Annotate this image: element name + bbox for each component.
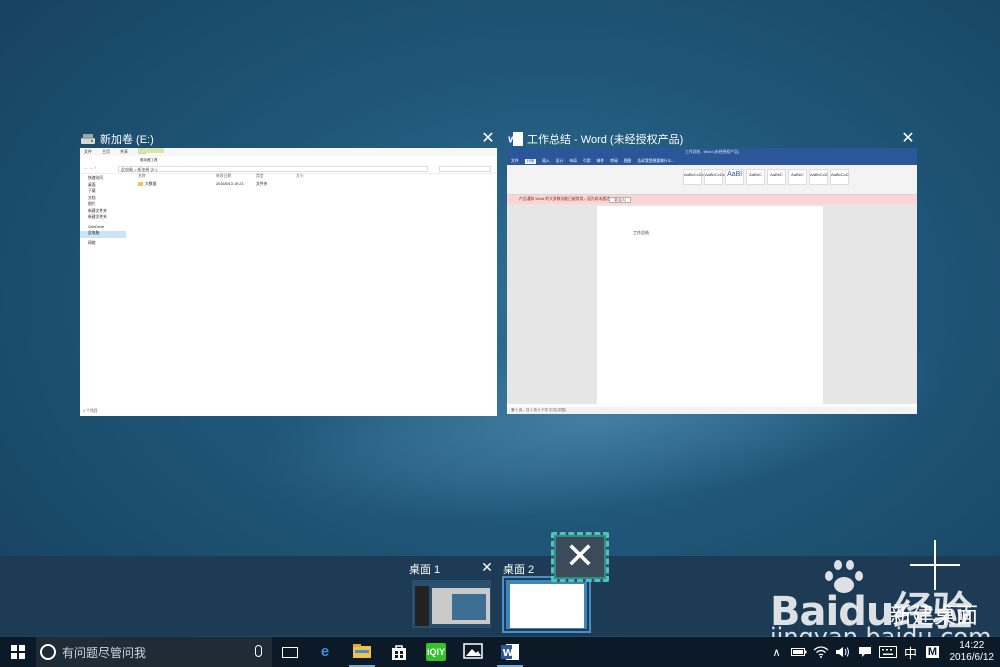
search-placeholder: 有问题尽管问我 [62,645,147,660]
clock[interactable]: 14:22 2016/6/12 [944,637,1000,667]
windows-logo-icon [11,645,25,659]
desktop-2-preview [506,580,587,629]
drive-icon [80,132,96,146]
explorer-preview: 文件 主页 共享 查看 驱动器工具 ← → ↑ 此电脑 > 新加卷 (E:) 快… [80,148,497,416]
new-desktop-label: 新建桌面 [890,603,979,628]
start-button[interactable] [0,637,36,667]
task-view-background: 新加卷 (E:) ✕ 文件 主页 共享 查看 驱动器工具 ← → ↑ 此电脑 >… [0,0,1000,558]
ime-m-label: M [925,646,940,658]
store-icon [389,643,409,661]
desktop-1-label: 桌面 1 [409,564,441,576]
column-headers: 名称 修改日期 类型 大小 [138,174,304,178]
battery-icon[interactable] [788,637,810,667]
desktop-1-preview [412,580,491,628]
desktop-1-window [452,594,486,620]
explorer-tab: 共享 [120,149,128,154]
ime-mode-indicator[interactable]: 中 [900,637,922,667]
word-status-bar: 第 1 页，共 1 页 0 个字 中文(中国) [507,407,917,414]
word-preview: 工作总结 - Word (未经授权产品) 文件 开始 插入 设计 布局 引用 邮… [507,148,917,414]
clock-time: 14:22 [959,640,985,651]
touch-keyboard-icon[interactable] [876,637,900,667]
word-title-bar: 工作总结 - Word (未经授权产品) [507,148,917,157]
volume-icon[interactable] [832,637,854,667]
task-view-button[interactable] [272,637,308,667]
desktop-1-thumbnail[interactable] [408,576,495,632]
taskbar-app-photos[interactable] [456,637,490,667]
document-page: 工作总结 [597,206,823,404]
window-thumbnail-header: 新加卷 (E:) [80,130,497,148]
file-row: 大数据 2016/6/13 19:23 文件夹 [132,182,497,188]
window-title: 工作总结 - Word (未经授权产品) [527,134,684,146]
nav-item: 新建文件夹 [88,215,107,219]
system-tray: ∧ 中 M 14:22 2016/6/12 [766,637,1000,667]
window-thumbnail-word[interactable]: W 工作总结 - Word (未经授权产品) ✕ 工作总结 - Word (未经… [507,130,917,414]
address-box: 此电脑 > 新加卷 (E:) [118,166,428,172]
iqiyi-icon: iQIY [426,643,446,661]
taskbar-app-iqiyi[interactable]: iQIY [419,637,453,667]
desktop-1-window [415,586,429,626]
address-bar: ← → ↑ 此电脑 > 新加卷 (E:) [80,165,497,174]
window-thumbnail-header: W 工作总结 - Word (未经授权产品) [507,130,917,148]
word-icon: W [507,132,523,146]
explorer-tab: 文件 [84,149,92,154]
new-desktop-button[interactable]: 新建桌面 [880,540,992,630]
close-desktop-1-button[interactable]: ✕ [480,560,494,574]
taskbar-app-word[interactable]: W [493,637,527,667]
action-center-icon[interactable] [854,637,876,667]
desktop-2-window [510,584,584,628]
explorer-tab: 主页 [102,149,110,154]
activate-button: 激活(A) [609,196,631,203]
window-thumbnail-explorer[interactable]: 新加卷 (E:) ✕ 文件 主页 共享 查看 驱动器工具 ← → ↑ 此电脑 >… [80,130,497,416]
close-window-button[interactable]: ✕ [479,130,497,148]
virtual-desktops-bar: 桌面 1 ✕ 桌面 2 [0,556,1000,636]
ime-m-icon[interactable]: M [922,637,944,667]
search-box [439,166,491,172]
word-ribbon-tabs: 文件 开始 插入 设计 布局 引用 邮件 审阅 视图 告诉我您想要做什么... [507,157,917,165]
nav-item: 网络 [88,240,96,245]
task-view-icon [282,646,298,658]
word-icon: W [500,643,520,661]
taskbar: 有问题尽管问我 e iQIY W ∧ 中 M 14:22 2016/6/12 [0,637,1000,667]
nav-item: 此电脑 [80,231,126,238]
document-canvas: 工作总结 [507,204,917,404]
taskbar-app-file-explorer[interactable] [345,637,379,667]
taskbar-app-store[interactable] [382,637,416,667]
word-ribbon: AaBbCcDc AaBbCcDc AaBl AaBbC AaBbC AaBbC… [507,165,917,195]
microphone-icon[interactable] [255,645,262,657]
taskbar-app-edge[interactable]: e [308,637,342,667]
desktop-2-label: 桌面 2 [503,564,535,576]
navigation-pane: 快速访问 桌面 下载 文档 图片 新建文件夹 新建文件夹 OneDrive 此电… [80,176,126,406]
cortana-icon [40,644,56,660]
show-hidden-icons-button[interactable]: ∧ [766,637,788,667]
document-text: 工作总结 [633,230,649,235]
wifi-icon[interactable] [810,637,832,667]
svg-text:W: W [503,648,514,659]
cortana-search-box[interactable]: 有问题尽管问我 [36,637,272,667]
chevron-up-icon: ∧ [772,646,781,659]
svg-text:W: W [508,136,517,145]
close-window-button[interactable]: ✕ [899,130,917,148]
styles-gallery: AaBbCcDc AaBbCcDc AaBl AaBbC AaBbC AaBbC… [683,169,849,185]
folder-icon [138,182,143,186]
edge-icon: e [320,643,330,660]
clock-date: 2016/6/12 [949,652,995,663]
desktop-2-thumbnail[interactable] [502,576,591,633]
plus-icon [910,540,960,590]
status-bar: 1 个项目 [83,409,98,413]
photos-icon [463,643,483,661]
close-desktop-2-button[interactable]: ✕ [551,532,609,582]
activation-notice: 产品通知 Word 的大多数功能已被禁用，因为尚未激活。 激活(A) [507,195,917,204]
window-title: 新加卷 (E:) [100,134,154,146]
manage-tab: 驱动器工具 [138,148,164,162]
file-explorer-icon [352,643,372,661]
